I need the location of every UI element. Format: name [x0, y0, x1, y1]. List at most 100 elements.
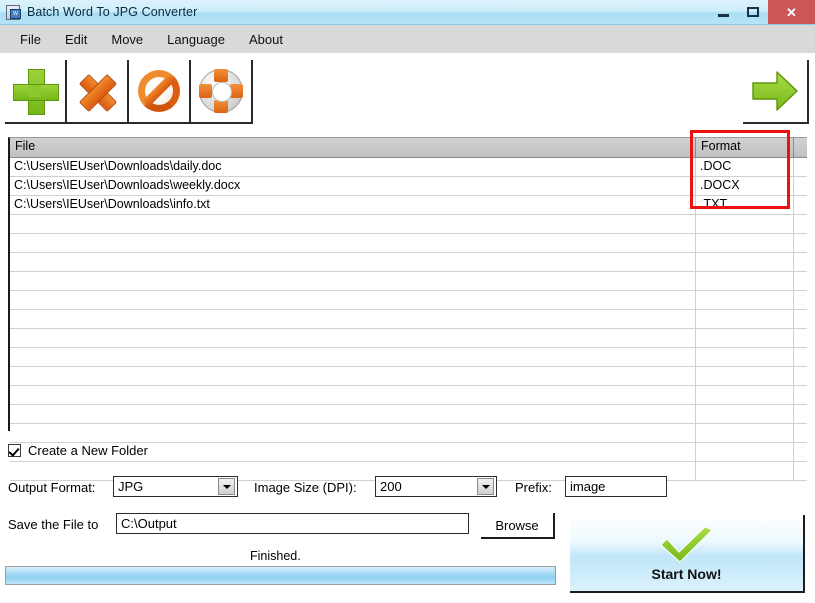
green-check-icon: [659, 525, 713, 563]
toolbar: [0, 53, 815, 131]
image-size-select[interactable]: 200: [375, 476, 497, 497]
cell-spacer: [794, 405, 807, 423]
output-format-label: Output Format:: [8, 480, 96, 495]
convert-button[interactable]: [743, 60, 809, 124]
cell-spacer: [794, 291, 807, 309]
cell-file: [10, 348, 696, 366]
table-row-empty[interactable]: [10, 253, 807, 272]
menu-bar: File Edit Move Language About: [0, 25, 815, 53]
minimize-button[interactable]: [708, 0, 738, 24]
table-row[interactable]: C:\Users\IEUser\Downloads\weekly.docx .D…: [10, 177, 807, 196]
cell-format: [696, 253, 794, 271]
cell-spacer: [794, 196, 807, 214]
chevron-down-icon[interactable]: [218, 478, 235, 495]
column-header-spacer: [794, 138, 807, 157]
cell-file: [10, 310, 696, 328]
green-right-arrow-icon: [752, 71, 798, 111]
cell-file: [10, 272, 696, 290]
cell-file: [10, 367, 696, 385]
cell-file: [10, 329, 696, 347]
save-to-label: Save the File to: [8, 517, 99, 532]
clear-list-button[interactable]: [129, 60, 191, 124]
cell-spacer: [794, 424, 807, 442]
table-row-empty[interactable]: [10, 310, 807, 329]
image-size-label: Image Size (DPI):: [254, 480, 357, 495]
help-button[interactable]: [191, 60, 253, 124]
cell-format: .DOCX: [696, 177, 794, 195]
window-controls: ✕: [708, 0, 815, 24]
menu-item-language[interactable]: Language: [156, 28, 236, 51]
column-header-format[interactable]: Format: [696, 138, 794, 157]
cell-spacer: [794, 348, 807, 366]
cell-file: [10, 234, 696, 252]
table-row[interactable]: C:\Users\IEUser\Downloads\info.txt .TXT: [10, 196, 807, 215]
table-row[interactable]: C:\Users\IEUser\Downloads\daily.doc .DOC: [10, 158, 807, 177]
cell-spacer: [794, 443, 807, 461]
table-row-empty[interactable]: [10, 329, 807, 348]
table-row-empty[interactable]: [10, 291, 807, 310]
lifebuoy-icon: [199, 69, 243, 113]
cell-format: .DOC: [696, 158, 794, 176]
create-new-folder-checkbox[interactable]: Create a New Folder: [8, 443, 148, 458]
start-now-button[interactable]: Start Now!: [570, 515, 805, 593]
create-new-folder-label: Create a New Folder: [28, 443, 148, 458]
cell-format: [696, 348, 794, 366]
ban-icon: [138, 70, 180, 112]
close-button[interactable]: ✕: [768, 0, 815, 24]
cell-spacer: [794, 462, 807, 480]
cell-file: [10, 253, 696, 271]
cell-format: [696, 424, 794, 442]
cell-file: [10, 291, 696, 309]
cell-spacer: [794, 329, 807, 347]
cell-file: [10, 405, 696, 423]
file-list-header: File Format: [10, 138, 807, 158]
cell-file: C:\Users\IEUser\Downloads\daily.doc: [10, 158, 696, 176]
browse-button[interactable]: Browse: [481, 513, 555, 539]
cell-spacer: [794, 177, 807, 195]
table-row-empty[interactable]: [10, 424, 807, 443]
menu-item-move[interactable]: Move: [100, 28, 154, 51]
output-format-select[interactable]: JPG: [113, 476, 238, 497]
application-window: W Batch Word To JPG Converter ✕ File Edi…: [0, 0, 815, 603]
cross-icon: [75, 69, 119, 113]
chevron-down-icon[interactable]: [477, 478, 494, 495]
maximize-button[interactable]: [738, 0, 768, 24]
cell-spacer: [794, 367, 807, 385]
table-row-empty[interactable]: [10, 367, 807, 386]
table-row-empty[interactable]: [10, 215, 807, 234]
prefix-label: Prefix:: [515, 480, 552, 495]
cell-spacer: [794, 215, 807, 233]
menu-item-about[interactable]: About: [238, 28, 294, 51]
status-text: Finished.: [250, 549, 301, 563]
prefix-input[interactable]: image: [565, 476, 667, 497]
cell-spacer: [794, 386, 807, 404]
save-to-input[interactable]: C:\Output: [116, 513, 469, 534]
app-document-icon: W: [5, 4, 21, 20]
remove-file-button[interactable]: [67, 60, 129, 124]
file-list[interactable]: File Format C:\Users\IEUser\Downloads\da…: [8, 137, 807, 481]
cell-format: .TXT: [696, 196, 794, 214]
table-row-empty[interactable]: [10, 234, 807, 253]
title-bar: W Batch Word To JPG Converter ✕: [0, 0, 815, 25]
cell-format: [696, 234, 794, 252]
table-row-empty[interactable]: [10, 386, 807, 405]
cell-spacer: [794, 253, 807, 271]
file-list-body: C:\Users\IEUser\Downloads\daily.doc .DOC…: [10, 158, 807, 481]
table-row-empty[interactable]: [10, 348, 807, 367]
cell-format: [696, 272, 794, 290]
add-files-button[interactable]: [5, 60, 67, 124]
output-format-value: JPG: [118, 479, 144, 494]
window-title: Batch Word To JPG Converter: [27, 5, 198, 19]
cell-format: [696, 405, 794, 423]
cell-format: [696, 386, 794, 404]
menu-item-file[interactable]: File: [9, 28, 52, 51]
menu-item-edit[interactable]: Edit: [54, 28, 98, 51]
column-header-file[interactable]: File: [10, 138, 696, 157]
table-row-empty[interactable]: [10, 405, 807, 424]
close-icon: ✕: [786, 4, 797, 20]
cell-file: C:\Users\IEUser\Downloads\weekly.docx: [10, 177, 696, 195]
cell-format: [696, 443, 794, 461]
cell-format: [696, 329, 794, 347]
table-row-empty[interactable]: [10, 272, 807, 291]
checkbox-icon: [8, 444, 21, 457]
